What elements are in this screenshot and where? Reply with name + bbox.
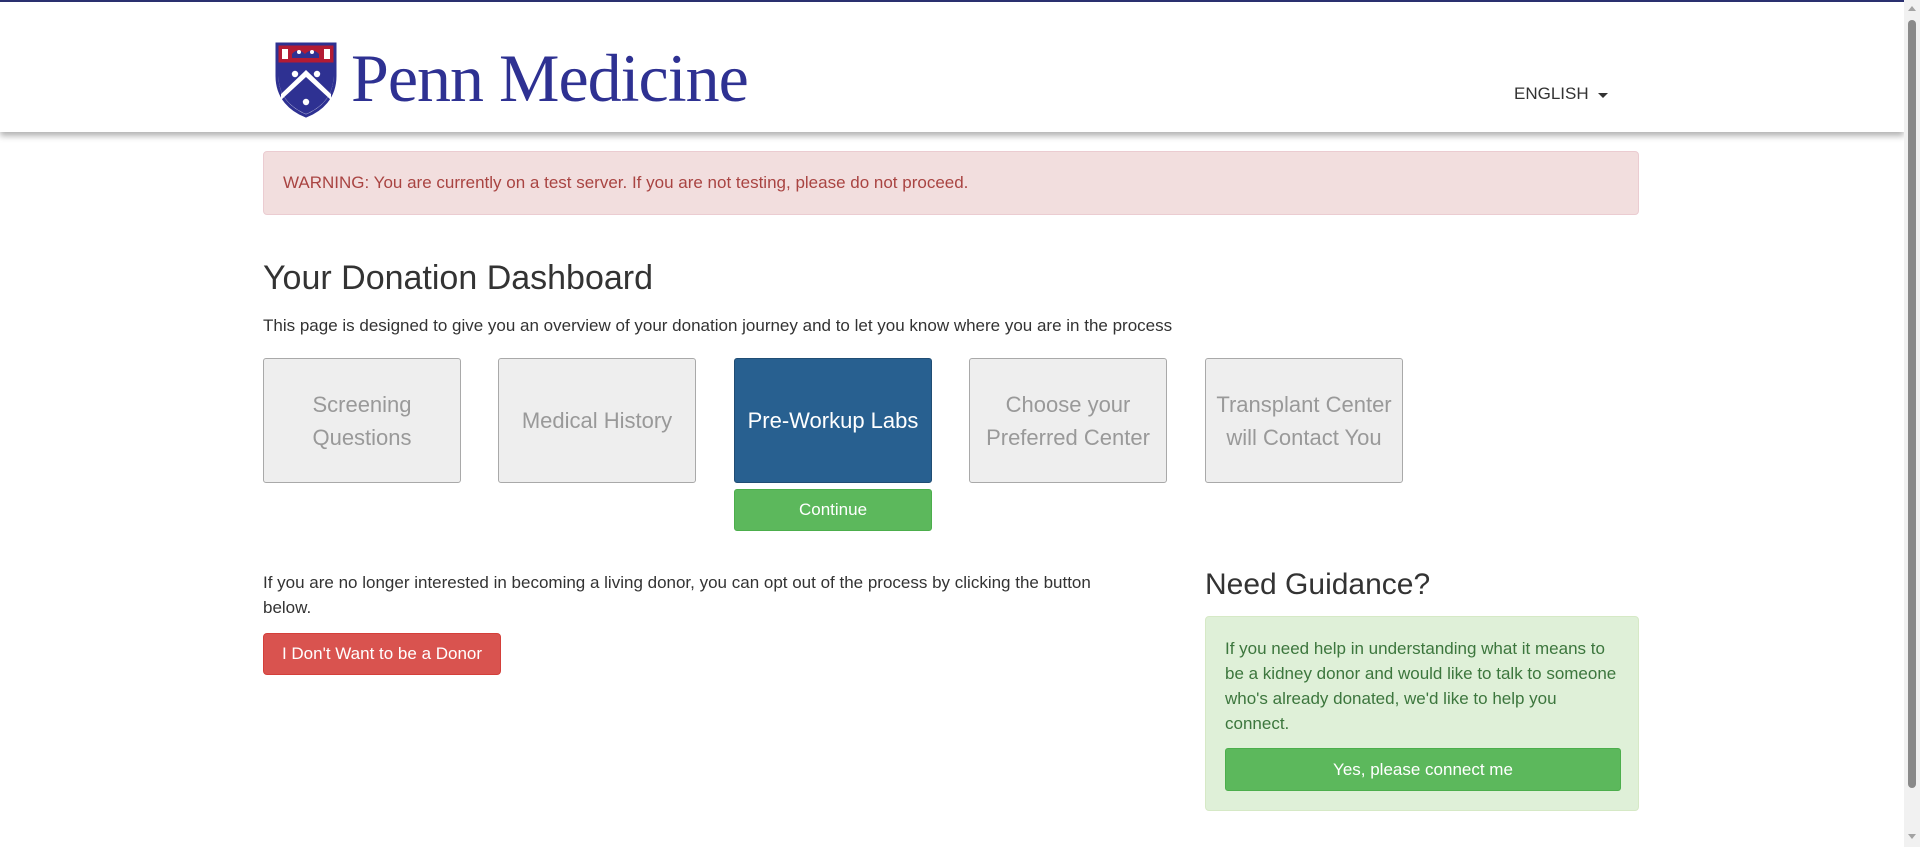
step-label: Pre-Workup Labs (747, 408, 919, 433)
continue-button[interactable]: Continue (734, 489, 932, 531)
brand-wordmark: Penn Medicine (351, 40, 749, 116)
step-label: Choose your Preferred Center (986, 391, 1150, 450)
vertical-scrollbar[interactable] (1904, 0, 1920, 847)
opt-out-text: If you are no longer interested in becom… (263, 573, 1091, 617)
step-label: Medical History (521, 408, 673, 433)
guidance-panel: If you need help in understanding what i… (1205, 616, 1639, 811)
guidance-title: Need Guidance? (1205, 568, 1431, 601)
page-subtitle: This page is designed to give you an ove… (263, 316, 1173, 335)
test-server-warning: WARNING: You are currently on a test ser… (263, 151, 1639, 215)
step-label: Transplant Center will Contact You (1216, 391, 1392, 450)
warning-text: WARNING: You are currently on a test ser… (283, 173, 969, 192)
guidance-text: If you need help in understanding what i… (1225, 639, 1617, 733)
scrollbar-thumb[interactable] (1908, 20, 1916, 788)
step-medical-history[interactable]: Medical History (498, 358, 696, 483)
language-label: ENGLISH (1514, 84, 1589, 103)
scroll-up-arrow-icon[interactable] (1908, 6, 1916, 11)
language-dropdown[interactable]: ENGLISH (1514, 84, 1608, 104)
penn-medicine-logo[interactable]: Penn Medicine (275, 40, 749, 118)
step-choose-preferred-center[interactable]: Choose your Preferred Center (969, 358, 1167, 483)
penn-shield-icon (275, 42, 337, 118)
page: Penn Medicine ENGLISH WARNING: You are c… (0, 0, 1920, 847)
step-screening-questions[interactable]: Screening Questions (263, 358, 461, 483)
caret-down-icon (1597, 92, 1608, 98)
connect-me-button[interactable]: Yes, please connect me (1225, 748, 1621, 791)
step-label: Screening Questions (312, 391, 412, 450)
scroll-down-arrow-icon[interactable] (1908, 834, 1916, 839)
step-pre-workup-labs[interactable]: Pre-Workup Labs (734, 358, 932, 483)
opt-out-button[interactable]: I Don't Want to be a Donor (263, 633, 501, 675)
site-header: Penn Medicine ENGLISH (0, 2, 1904, 132)
step-transplant-center-contact[interactable]: Transplant Center will Contact You (1205, 358, 1403, 483)
page-title: Your Donation Dashboard (263, 259, 654, 297)
